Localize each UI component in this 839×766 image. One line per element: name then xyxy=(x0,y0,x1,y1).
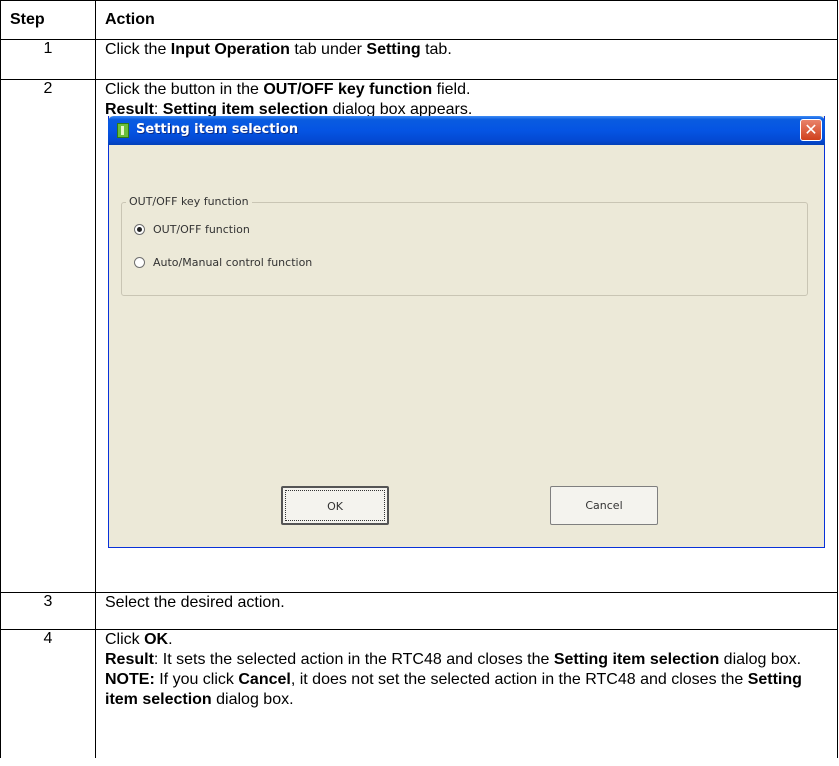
option-out-off-function[interactable]: OUT/OFF function xyxy=(134,223,250,236)
radio-button-selected[interactable] xyxy=(134,224,145,235)
cancel-button[interactable]: Cancel xyxy=(550,486,658,525)
action-text: dialog box. xyxy=(211,691,294,708)
option-label: OUT/OFF function xyxy=(153,223,250,236)
step-number: 2 xyxy=(0,79,96,593)
action-text: field. xyxy=(432,81,471,98)
action-bold: OUT/OFF key function xyxy=(263,81,433,98)
result-label: Result xyxy=(105,651,154,668)
close-button[interactable]: ✕ xyxy=(800,119,822,141)
step-action: Click the Input Operation tab under Sett… xyxy=(95,39,838,80)
ok-button[interactable]: OK xyxy=(281,486,389,525)
step-action: Click OK. Result: It sets the selected a… xyxy=(95,629,838,758)
action-text: . xyxy=(168,631,173,648)
app-icon xyxy=(117,123,129,138)
step-action: Select the desired action. xyxy=(95,592,838,630)
action-text: If you click xyxy=(154,671,239,688)
step-number: 1 xyxy=(0,39,96,80)
table-row: 3 Select the desired action. xyxy=(0,592,838,630)
action-text: Click the xyxy=(105,41,171,58)
action-text: : It sets the selected action in the RTC… xyxy=(153,651,554,668)
note-label: NOTE: xyxy=(105,671,155,688)
action-bold: Setting xyxy=(366,41,421,58)
table-header-row: Step Action xyxy=(0,0,838,40)
header-step: Step xyxy=(0,0,96,40)
action-text: tab. xyxy=(420,41,452,58)
table-row: 4 Click OK. Result: It sets the selected… xyxy=(0,629,838,758)
step-number: 3 xyxy=(0,592,96,630)
step-number: 4 xyxy=(0,629,96,758)
action-bold: Cancel xyxy=(238,671,291,688)
close-icon: ✕ xyxy=(804,120,818,139)
setting-item-selection-dialog: Setting item selection ✕ OUT/OFF key fun… xyxy=(108,116,825,548)
action-text: , it does not set the selected action in… xyxy=(290,671,748,688)
key-function-groupbox: OUT/OFF key function OUT/OFF function Au… xyxy=(121,195,808,296)
action-bold: Setting item selection xyxy=(553,651,720,668)
action-text: tab under xyxy=(289,41,367,58)
action-text: dialog box. xyxy=(719,651,802,668)
groupbox-label: OUT/OFF key function xyxy=(126,195,252,208)
action-bold: Input Operation xyxy=(170,41,290,58)
dialog-titlebar[interactable]: Setting item selection ✕ xyxy=(108,116,825,145)
option-label: Auto/Manual control function xyxy=(153,256,313,269)
header-action: Action xyxy=(95,0,838,40)
table-row: 1 Click the Input Operation tab under Se… xyxy=(0,39,838,80)
action-text: Click xyxy=(105,631,145,648)
option-auto-manual-function[interactable]: Auto/Manual control function xyxy=(134,256,312,269)
dialog-title: Setting item selection xyxy=(136,122,299,137)
action-bold: OK xyxy=(144,631,169,648)
action-text: Click the button in the xyxy=(105,81,264,98)
radio-button[interactable] xyxy=(134,257,145,268)
